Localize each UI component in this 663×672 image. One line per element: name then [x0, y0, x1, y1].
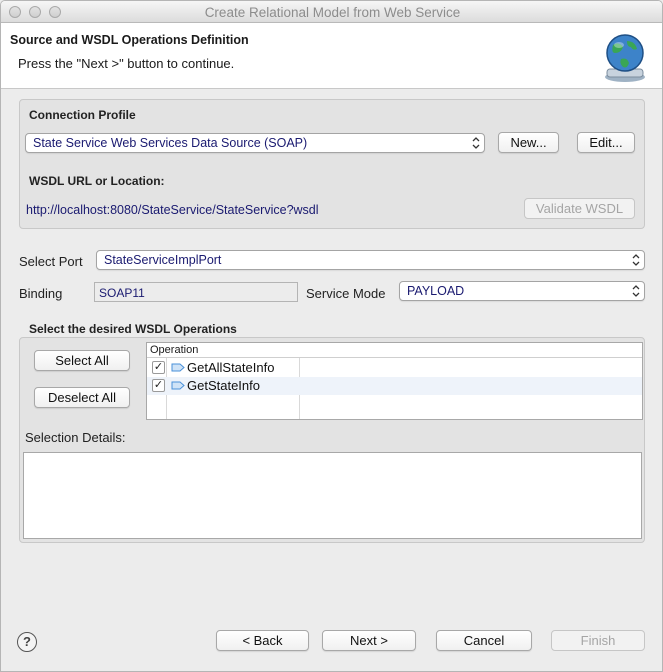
service-mode-select[interactable]: PAYLOAD — [399, 281, 645, 301]
finish-button[interactable]: Finish — [551, 630, 645, 651]
wsdl-url-value: http://localhost:8080/StateService/State… — [26, 203, 319, 217]
operation-icon — [171, 381, 185, 390]
select-arrows-icon — [632, 285, 640, 297]
port-value: StateServiceImplPort — [104, 253, 222, 267]
wsdl-url-label: WSDL URL or Location: — [29, 174, 165, 188]
validate-wsdl-button[interactable]: Validate WSDL — [524, 198, 635, 219]
binding-field: SOAP11 — [94, 282, 298, 302]
connection-profile-label: Connection Profile — [29, 108, 136, 122]
page-title: Source and WSDL Operations Definition — [10, 33, 249, 47]
port-select[interactable]: StateServiceImplPort — [96, 250, 645, 270]
deselect-all-button[interactable]: Deselect All — [34, 387, 130, 408]
operations-table: Operation ✓ GetAllStateInfo ✓ GetStateIn… — [146, 342, 643, 420]
edit-profile-button[interactable]: Edit... — [577, 132, 635, 153]
selection-details-area[interactable] — [23, 452, 642, 539]
service-mode-label: Service Mode — [306, 286, 386, 301]
window-title: Create Relational Model from Web Service — [204, 5, 461, 20]
connection-profile-select[interactable]: State Service Web Services Data Source (… — [25, 133, 485, 153]
page-subtitle: Press the "Next >" button to continue. — [18, 56, 235, 71]
connection-profile-value: State Service Web Services Data Source (… — [33, 136, 308, 150]
table-header: Operation — [147, 343, 642, 358]
wizard-header: Source and WSDL Operations Definition Pr… — [1, 23, 662, 89]
back-button[interactable]: < Back — [216, 630, 309, 651]
title-bar: Create Relational Model from Web Service — [1, 1, 662, 23]
binding-label: Binding — [19, 286, 63, 301]
new-profile-button[interactable]: New... — [498, 132, 559, 153]
select-port-label: Select Port — [19, 254, 83, 269]
operation-column-header[interactable]: Operation — [150, 344, 198, 356]
operation-name: GetStateInfo — [187, 378, 260, 393]
operation-name: GetAllStateInfo — [187, 360, 275, 375]
selection-details-label: Selection Details: — [25, 430, 126, 445]
select-all-button[interactable]: Select All — [34, 350, 130, 371]
operations-label: Select the desired WSDL Operations — [29, 322, 237, 336]
operation-checkbox[interactable]: ✓ — [152, 379, 165, 392]
table-row[interactable]: ✓ GetAllStateInfo — [147, 359, 642, 377]
select-arrows-icon — [472, 137, 480, 149]
next-button[interactable]: Next > — [322, 630, 416, 651]
dialog-window: Create Relational Model from Web Service… — [0, 0, 663, 672]
operation-checkbox[interactable]: ✓ — [152, 361, 165, 374]
select-arrows-icon — [632, 254, 640, 266]
cancel-button[interactable]: Cancel — [436, 630, 532, 651]
globe-icon — [605, 34, 645, 82]
help-icon[interactable]: ? — [17, 632, 37, 652]
operation-icon — [171, 363, 185, 372]
table-row[interactable]: ✓ GetStateInfo — [147, 377, 642, 395]
service-mode-value: PAYLOAD — [407, 284, 465, 298]
